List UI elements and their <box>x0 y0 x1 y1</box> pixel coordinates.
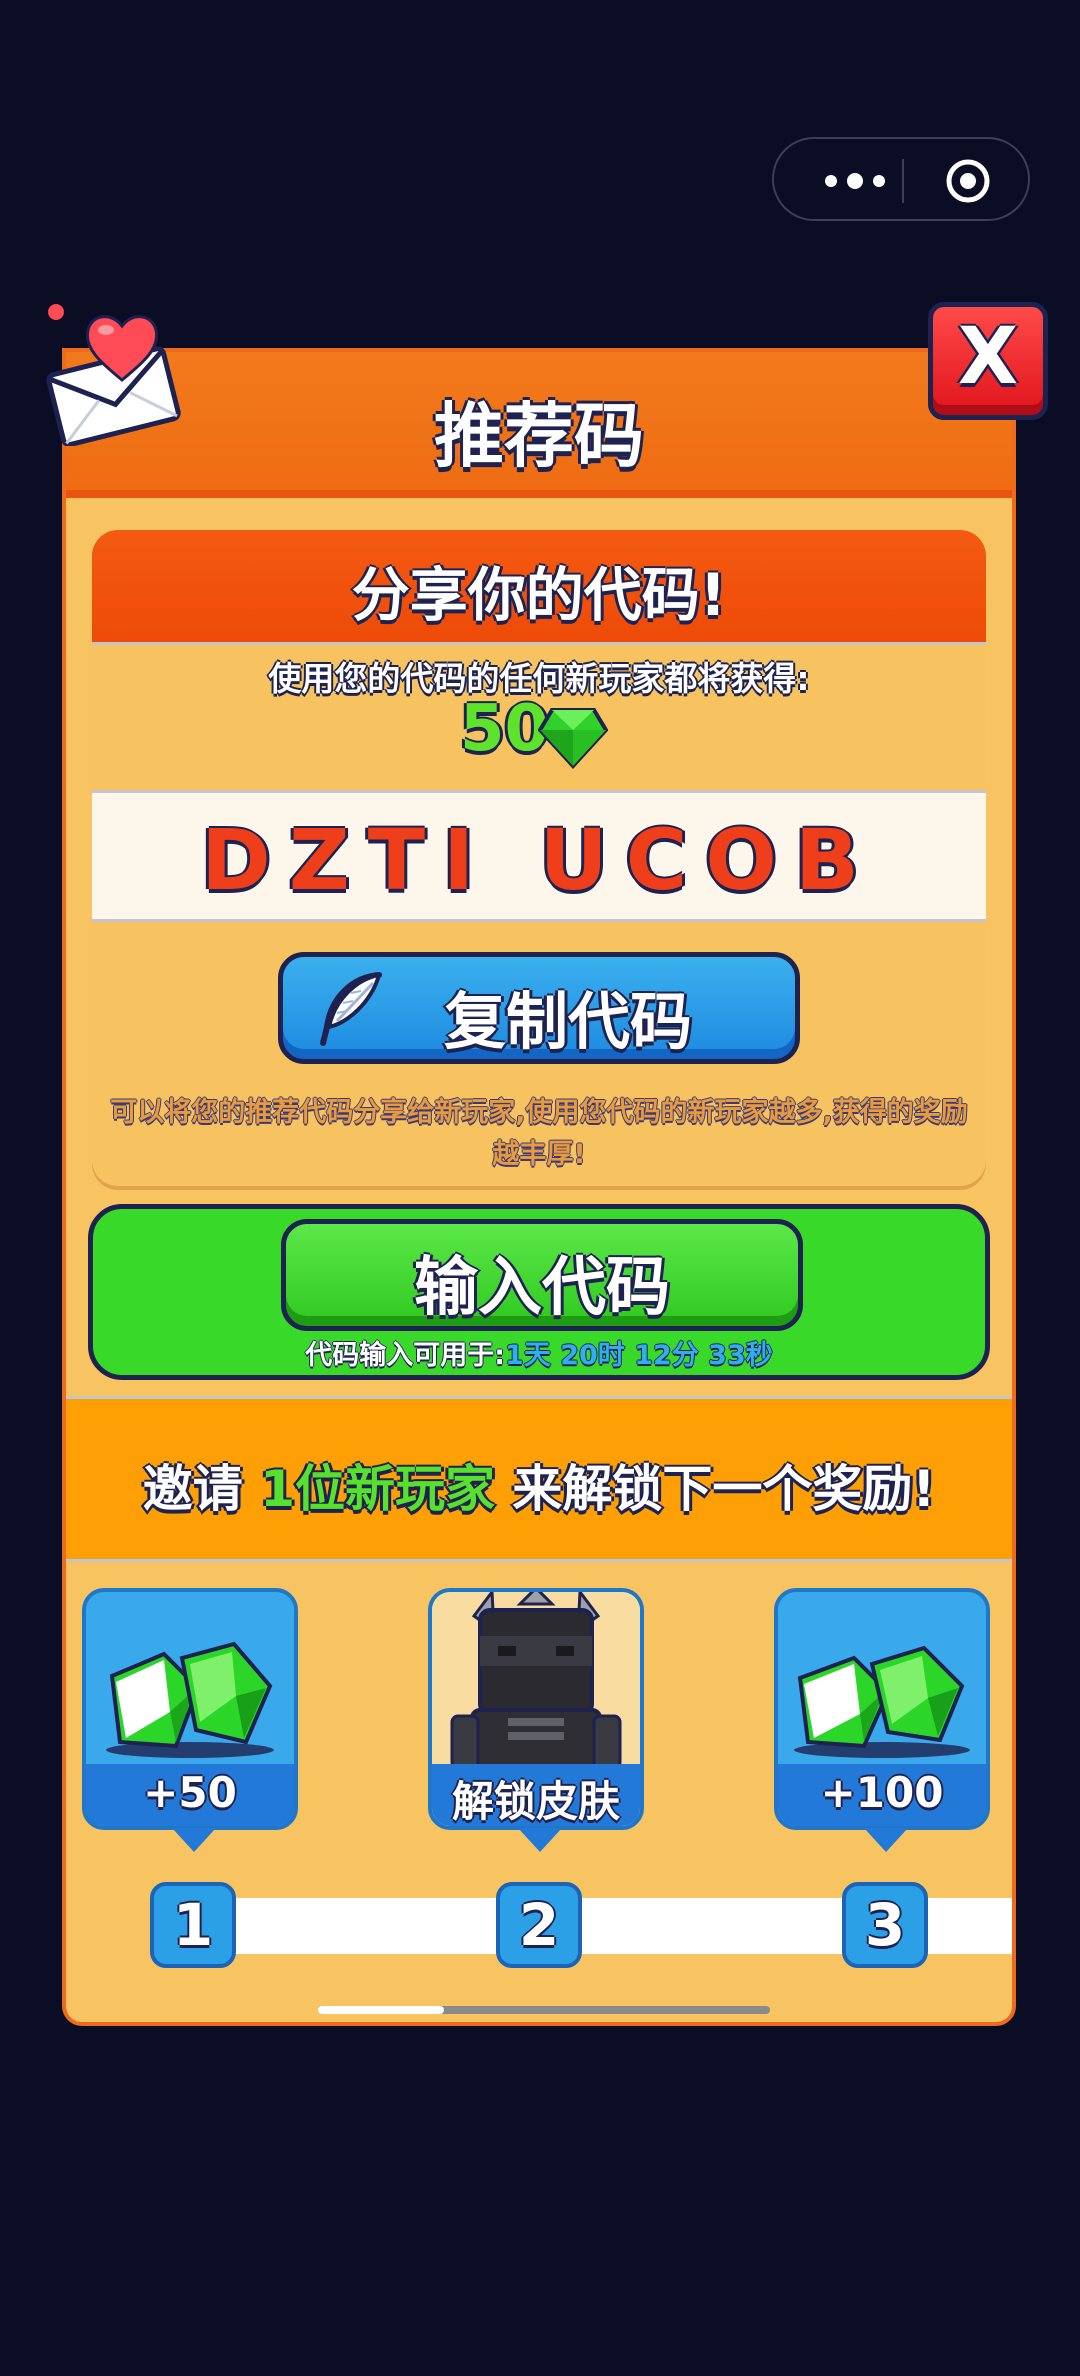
share-code-card: 分享你的代码! 使用您的代码的任何新玩家都将获得: 50 DZTI UCOB 复… <box>92 530 986 1186</box>
availability-countdown: 1天 20时 12分 33秒 <box>505 1340 773 1371</box>
copy-code-label: 复制代码 <box>443 985 692 1058</box>
target-circle-icon[interactable] <box>944 157 992 205</box>
reward-footer: +100 <box>778 1764 986 1826</box>
progress-step-3: 3 <box>842 1882 928 1968</box>
horizontal-scrollbar[interactable] <box>318 2006 770 2014</box>
reward-card-2[interactable]: 解锁皮肤 <box>428 1588 644 1852</box>
reward-pointer <box>518 1828 562 1852</box>
mini-program-capsule <box>772 137 1030 221</box>
screen: 推荐码 分享你的代码! 使用您的代码的任何新玩家都将获得: 50 DZTI UC… <box>0 0 1080 2376</box>
enter-code-button[interactable]: 输入代码 <box>281 1219 803 1331</box>
progress-step-2: 2 <box>496 1882 582 1968</box>
share-title: 分享你的代码! <box>351 561 727 629</box>
invite-prefix: 邀请 <box>142 1460 261 1518</box>
reward-art <box>86 1592 294 1768</box>
reward-amount: 50 <box>460 692 550 766</box>
share-card-header: 分享你的代码! <box>92 530 986 645</box>
feather-icon <box>320 972 382 1046</box>
scrollbar-thumb[interactable] <box>318 2006 444 2014</box>
referral-code: DZTI UCOB <box>201 811 877 909</box>
copy-code-button[interactable]: 复制代码 <box>278 952 800 1064</box>
panel-title: 推荐码 <box>434 395 644 477</box>
gem-icon <box>538 708 608 769</box>
invite-suffix: 来解锁下一个奖励! <box>495 1460 936 1518</box>
code-availability: 代码输入可用于:1天 20时 12分 33秒 <box>93 1333 985 1372</box>
reward-label: 解锁皮肤 <box>451 1777 620 1826</box>
love-letter-icon <box>46 304 181 446</box>
reward-footer: 解锁皮肤 <box>432 1764 640 1826</box>
reward-art <box>432 1592 640 1768</box>
gem-icon <box>106 1641 274 1758</box>
more-dots-icon[interactable] <box>810 167 900 195</box>
referral-code-box: DZTI UCOB <box>92 790 986 922</box>
availability-label: 代码输入可用于: <box>305 1340 506 1371</box>
reward-label: +100 <box>820 1768 944 1817</box>
invite-text: 邀请 1位新玩家 来解锁下一个奖励! <box>66 1449 1012 1521</box>
gem-icon <box>794 1645 970 1758</box>
close-icon: X <box>957 312 1019 402</box>
share-tip-text: 可以将您的推荐代码分享给新玩家,使用您代码的新玩家越多,获得的奖励越丰厚! <box>110 1097 968 1170</box>
enter-code-card: 输入代码 代码输入可用于:1天 20时 12分 33秒 <box>88 1204 990 1380</box>
invite-banner: 邀请 1位新玩家 来解锁下一个奖励! <box>66 1396 1012 1562</box>
enter-code-label: 输入代码 <box>414 1251 670 1325</box>
reward-footer: +50 <box>86 1764 294 1826</box>
reward-card-3[interactable]: +100 <box>774 1588 990 1852</box>
skin-character-icon <box>450 1592 622 1768</box>
invite-highlight: 1位新玩家 <box>260 1460 495 1518</box>
reward-art <box>778 1592 986 1768</box>
progress-step-1: 1 <box>150 1882 236 1968</box>
reward-pointer <box>864 1828 908 1852</box>
reward-label: +50 <box>143 1768 237 1817</box>
capsule-divider <box>902 159 904 203</box>
panel-header: 推荐码 <box>66 352 1012 498</box>
referral-panel: 推荐码 分享你的代码! 使用您的代码的任何新玩家都将获得: 50 DZTI UC… <box>62 348 1016 2026</box>
reward-card-1[interactable]: +50 <box>82 1588 298 1852</box>
reward-pointer <box>172 1828 216 1852</box>
close-button[interactable]: X <box>928 302 1048 420</box>
